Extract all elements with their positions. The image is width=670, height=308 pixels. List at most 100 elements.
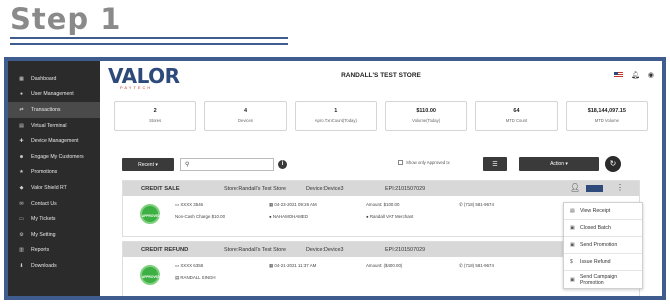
- sidebar: ▦ Dashboard ● User Management ⇄ Transact…: [8, 61, 100, 296]
- sidebar-item-device-management[interactable]: ✚ Device Management: [8, 133, 100, 149]
- info-icon[interactable]: i: [278, 160, 287, 169]
- sidebar-item-downloads[interactable]: ⬇ Downloads: [8, 258, 100, 274]
- phone-number: ✆ (718) 581-9674: [459, 263, 494, 268]
- sidebar-item-label: Device Management: [31, 138, 79, 145]
- sidebar-item-my-tickets[interactable]: ▭ My Tickets: [8, 211, 100, 227]
- sidebar-item-label: Promotions: [31, 169, 58, 176]
- approved-only-toggle[interactable]: Show only Approved tx: [398, 160, 450, 165]
- sidebar-item-reports[interactable]: ▥ Reports: [8, 243, 100, 259]
- sidebar-item-label: User Management: [31, 91, 74, 98]
- user-icon: ●: [19, 91, 24, 98]
- merchant-name: ● Randall VAT Merchant: [366, 214, 414, 219]
- transaction-epi: EPI:2101507029: [385, 185, 426, 192]
- topbar: VALOR PAYTECH RANDALL'S TEST STORE 🔔︎ ◉: [100, 61, 662, 95]
- stat-value: 4: [243, 108, 248, 114]
- batch-icon: ▣: [570, 225, 575, 231]
- stat-label: Devices: [238, 118, 253, 123]
- stat-value: 1: [334, 108, 338, 114]
- stat-value: 64: [513, 108, 520, 114]
- menu-send-campaign-promotion[interactable]: ▣ Send Campaign Promotion: [564, 271, 642, 288]
- transaction-amount: Amount: $100.00: [366, 202, 400, 207]
- search-icon: ⚲: [185, 162, 190, 168]
- stat-card-volume-today: $110.00 Volume(Today): [384, 101, 468, 131]
- non-cash-charge: Non-Cash Charge $10.00: [175, 214, 226, 219]
- contact-icon: ✉: [19, 200, 24, 207]
- transaction-device: Device:Device3: [306, 185, 344, 192]
- receipt-icon: ▤: [570, 208, 575, 214]
- filter-icon: ☰: [492, 161, 498, 168]
- sidebar-item-dashboard[interactable]: ▦ Dashboard: [8, 71, 100, 87]
- step-underline-2: [10, 43, 288, 45]
- top-icons: 🔔︎ ◉: [614, 71, 654, 79]
- card-number: ▭ XXXX 6358: [175, 263, 204, 268]
- refresh-button[interactable]: ↻: [605, 156, 621, 172]
- sidebar-item-engage-customers[interactable]: ☻ Engage My Customers: [8, 149, 100, 165]
- transactions-icon: ⇄: [19, 106, 24, 113]
- sidebar-item-valor-shield[interactable]: ◆ Valor Shield RT: [8, 180, 100, 196]
- main-content: VALOR PAYTECH RANDALL'S TEST STORE 🔔︎ ◉ …: [100, 61, 662, 296]
- stat-value: $18,144,097.15: [587, 108, 626, 114]
- shield-icon: ◆: [19, 184, 24, 191]
- sidebar-item-transactions[interactable]: ⇄ Transactions: [8, 102, 100, 118]
- stat-card-txn-count: 1 Apro.TxnCount(Today): [294, 101, 377, 131]
- transaction-body: APPROVED ▭ XXXX 6358 ▤ RANDALL SINGH ▦ 0…: [123, 257, 639, 296]
- search-input[interactable]: ⚲: [180, 158, 274, 171]
- approved-stamp: APPROVED: [140, 265, 160, 285]
- sidebar-item-label: Dashboard: [31, 75, 57, 82]
- sidebar-item-label: Transactions: [31, 106, 61, 113]
- customers-icon: ☻: [18, 153, 25, 160]
- action-dropdown[interactable]: Action ▾: [519, 157, 599, 171]
- sidebar-item-label: Engage My Customers: [31, 153, 84, 160]
- stat-label: Volume(Today): [412, 118, 441, 123]
- sidebar-item-contact-us[interactable]: ✉ Contact Us: [8, 196, 100, 212]
- sidebar-item-virtual-terminal[interactable]: ▤ Virtual Terminal: [8, 118, 100, 134]
- recent-dropdown[interactable]: Recent ▾: [122, 158, 174, 171]
- refund-icon: $: [570, 259, 573, 265]
- sidebar-item-my-setting[interactable]: ⚙ My Setting: [8, 227, 100, 243]
- sidebar-item-user-management[interactable]: ● User Management: [8, 87, 100, 103]
- account-icon[interactable]: ◉: [648, 71, 654, 79]
- transaction-type: CREDIT REFUND: [141, 246, 189, 253]
- menu-closed-batch[interactable]: ▣ Closed Batch: [564, 220, 642, 237]
- transaction-device: Device:Device3: [306, 246, 344, 253]
- transaction-type: CREDIT SALE: [141, 185, 180, 192]
- stat-card-stores: 2 Stores: [114, 101, 197, 131]
- bell-icon[interactable]: 🔔︎: [631, 71, 640, 79]
- transaction-header: CREDIT SALE Store:Randall's Test Store D…: [123, 181, 639, 196]
- reports-icon: ▥: [19, 247, 24, 254]
- logo-subtitle: PAYTECH: [120, 85, 153, 90]
- phone-number: ✆ (718) 581-9674: [459, 202, 494, 207]
- more-options-icon[interactable]: ⋮: [616, 183, 624, 192]
- dashboard-icon: ▦: [19, 75, 24, 82]
- transaction-store: Store:Randall's Test Store: [224, 246, 287, 253]
- menu-issue-refund[interactable]: $ Issue Refund: [564, 254, 642, 271]
- promotions-icon: ★: [19, 169, 24, 176]
- sidebar-item-promotions[interactable]: ★ Promotions: [8, 165, 100, 181]
- device-icon: ✚: [19, 138, 24, 145]
- step-underline-1: [10, 37, 288, 39]
- transaction-store: Store:Randall's Test Store: [224, 185, 287, 192]
- ticket-icon: ▭: [19, 216, 24, 223]
- promotion-icon: ▣: [570, 242, 575, 248]
- terminal-icon: ▤: [19, 122, 24, 129]
- stat-label: MTD Volume: [594, 118, 619, 123]
- download-icon: ⬇: [19, 262, 24, 269]
- sidebar-item-label: Reports: [31, 247, 50, 254]
- menu-view-receipt[interactable]: ▤ View Receipt: [564, 203, 642, 220]
- step-title: Step 1: [10, 2, 122, 36]
- stat-label: Stores: [149, 118, 162, 123]
- customer-icon[interactable]: 👤︎: [570, 183, 580, 192]
- sidebar-item-label: My Setting: [31, 231, 56, 238]
- transaction-header: CREDIT REFUND Store:Randall's Test Store…: [123, 242, 639, 257]
- stat-card-mtd-count: 64 MTD Count: [475, 101, 558, 131]
- filter-button[interactable]: ☰: [483, 157, 507, 171]
- transaction-date: ▦ 04-21-2021 11:37 AM: [269, 263, 317, 268]
- store-title: RANDALL'S TEST STORE: [341, 72, 421, 79]
- transaction-user: ● NAHAMOHAMED: [269, 214, 309, 219]
- menu-send-promotion[interactable]: ▣ Send Promotion: [564, 237, 642, 254]
- us-flag-icon[interactable]: [614, 72, 623, 78]
- approved-checkbox[interactable]: [398, 160, 403, 165]
- transaction-toolbar: Recent ▾ ⚲ i Show only Approved tx ☰ Act…: [122, 156, 640, 173]
- sidebar-item-label: Downloads: [31, 262, 57, 269]
- stat-card-mtd-volume: $18,144,097.15 MTD Volume: [565, 101, 648, 131]
